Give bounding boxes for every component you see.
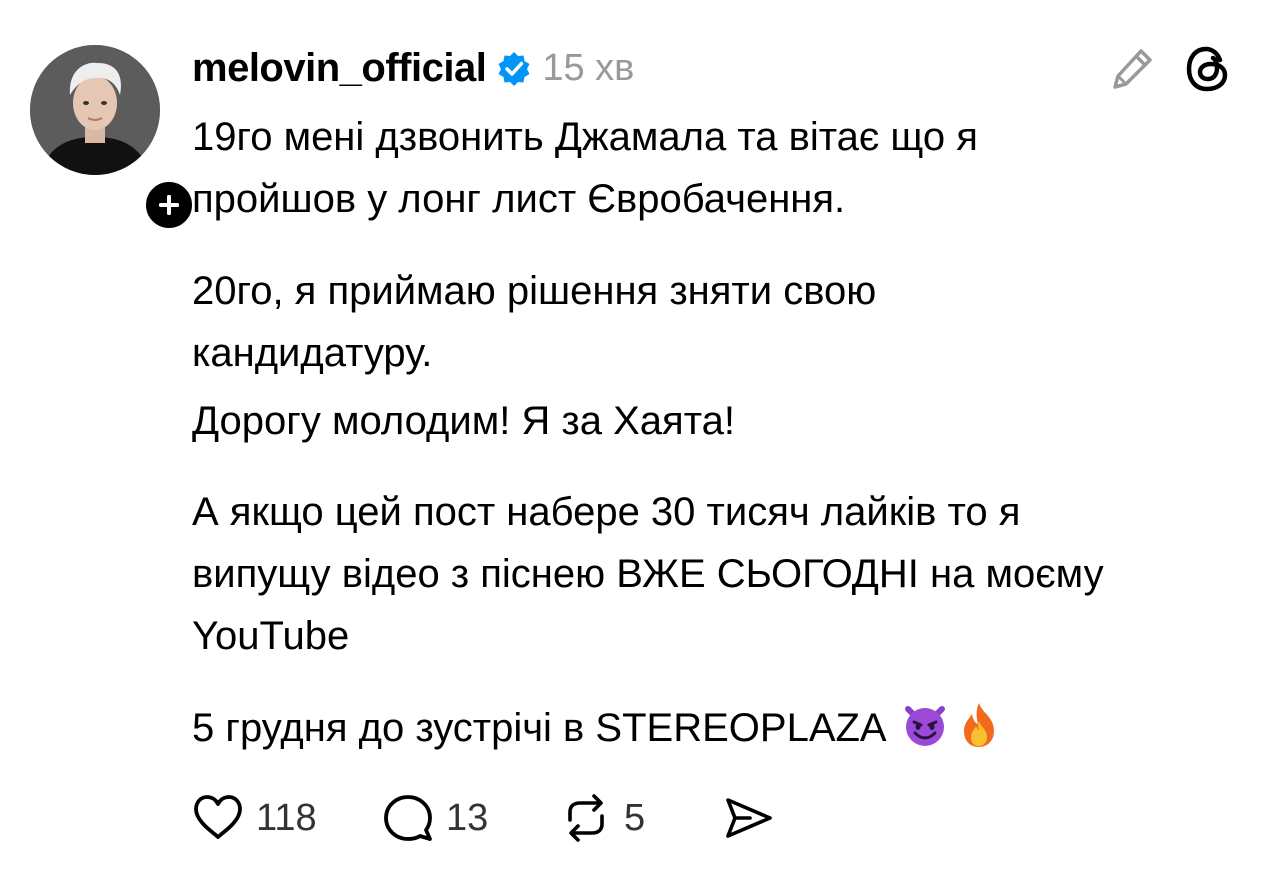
verified-badge-icon — [496, 50, 532, 86]
post-paragraph-2: 20го, я приймаю рішення зняти свою канди… — [192, 260, 1252, 384]
comment-icon — [384, 795, 432, 841]
threads-post: melovin_official 15 хв 19го мені дзвонит… — [0, 0, 1280, 885]
reply-button[interactable]: 13 — [380, 790, 558, 846]
repost-icon — [568, 794, 604, 842]
follow-button[interactable] — [141, 177, 197, 233]
heart-icon — [194, 795, 242, 839]
post-text-line: пройшов у лонг лист Євробачення. — [192, 177, 846, 221]
post-text-line: кандидатуру. — [192, 331, 433, 375]
like-count: 118 — [256, 796, 317, 839]
reply-count: 13 — [446, 796, 489, 839]
post-text: 5 грудня до зустрічі в STEREOPLAZA — [192, 706, 885, 750]
post-paragraph-1: 19го мені дзвонить Джамала та вітає що я… — [192, 106, 1252, 230]
post-text-line: 5 грудня до зустрічі в STEREOPLAZA — [192, 697, 1252, 759]
post-text-line: 19го мені дзвонить Джамала та вітає що я — [192, 115, 978, 159]
follow-plus-icon — [159, 195, 179, 215]
post-paragraph-5: 5 грудня до зустрічі в STEREOPLAZA — [192, 697, 1252, 759]
repost-count: 5 — [624, 796, 646, 839]
smiling-imp-emoji — [904, 706, 945, 746]
post-text-line: 20го, я приймаю рішення зняти свою — [192, 269, 877, 313]
fire-emoji — [963, 703, 994, 747]
post-paragraph-4: А якщо цей пост набере 30 тисяч лайків т… — [192, 481, 1252, 667]
post-actions: 118 13 5 — [190, 790, 776, 846]
post-text-line: випущу відео з піснею ВЖЕ СЬОГОДНІ на мо… — [192, 552, 1104, 596]
post-header: melovin_official 15 хв — [192, 42, 634, 94]
repost-button[interactable]: 5 — [558, 790, 720, 846]
username-link[interactable]: melovin_official — [192, 46, 487, 91]
post-timestamp: 15 хв — [542, 46, 635, 89]
post-text-line: YouTube — [192, 614, 350, 658]
threads-logo-icon[interactable] — [1182, 43, 1234, 95]
avatar[interactable] — [30, 45, 160, 175]
like-button[interactable]: 118 — [190, 790, 380, 846]
post-text-line: А якщо цей пост набере 30 тисяч лайків т… — [192, 490, 1021, 534]
post-text-line: Дорогу молодим! Я за Хаята! — [192, 399, 735, 443]
edit-pencil-icon[interactable] — [1108, 43, 1158, 93]
avatar-container — [30, 45, 197, 233]
post-paragraph-3: Дорогу молодим! Я за Хаята! — [192, 390, 1252, 452]
share-icon — [726, 798, 772, 838]
share-button[interactable] — [720, 790, 776, 846]
